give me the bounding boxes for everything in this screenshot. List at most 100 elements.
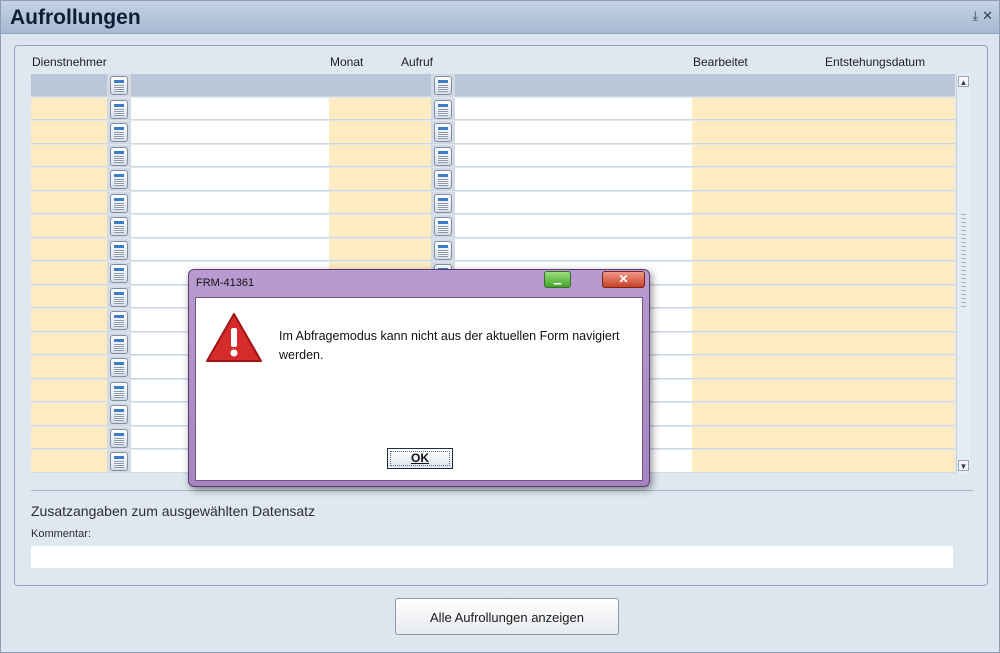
cell-monat[interactable] <box>329 144 384 167</box>
cell-calendar[interactable] <box>431 191 455 214</box>
cell-calendar[interactable] <box>431 238 455 261</box>
cell-entstehungsdatum[interactable] <box>823 332 955 355</box>
cell-dienstnehmer-name[interactable] <box>131 191 329 214</box>
cell-dienstnehmer[interactable] <box>31 74 107 97</box>
calendar-icon[interactable] <box>110 334 128 354</box>
cell-calendar[interactable] <box>107 191 131 214</box>
cell-entstehungsdatum[interactable] <box>823 191 955 214</box>
cell-dienstnehmer-name[interactable] <box>131 121 329 144</box>
cell-aufruf[interactable] <box>384 74 431 97</box>
cell-bearbeitet[interactable] <box>692 215 823 238</box>
cell-entstehungsdatum[interactable] <box>823 379 955 402</box>
cell-aufruf-text[interactable] <box>455 191 692 214</box>
close-icon[interactable]: ✕ <box>982 8 993 23</box>
cell-aufruf-text[interactable] <box>455 238 692 261</box>
calendar-icon[interactable] <box>110 405 128 424</box>
cell-dienstnehmer[interactable] <box>31 356 107 379</box>
cell-dienstnehmer[interactable] <box>31 379 107 402</box>
cell-bearbeitet[interactable] <box>692 379 823 402</box>
calendar-icon[interactable] <box>110 381 128 401</box>
cell-calendar[interactable] <box>107 121 131 144</box>
cell-aufruf[interactable] <box>384 238 431 261</box>
cell-aufruf[interactable] <box>384 168 431 191</box>
cell-aufruf-text[interactable] <box>455 168 692 191</box>
cell-bearbeitet[interactable] <box>692 450 823 473</box>
cell-calendar[interactable] <box>107 450 131 473</box>
cell-entstehungsdatum[interactable] <box>823 309 955 332</box>
cell-dienstnehmer-name[interactable] <box>131 215 329 238</box>
cell-dienstnehmer[interactable] <box>31 144 107 167</box>
calendar-icon[interactable] <box>110 311 128 330</box>
cell-calendar[interactable] <box>431 97 455 120</box>
cell-dienstnehmer[interactable] <box>31 121 107 144</box>
cell-aufruf[interactable] <box>384 215 431 238</box>
calendar-icon[interactable] <box>434 76 452 95</box>
cell-entstehungsdatum[interactable] <box>823 262 955 285</box>
cell-monat[interactable] <box>329 238 384 261</box>
cell-dienstnehmer[interactable] <box>31 191 107 214</box>
cell-entstehungsdatum[interactable] <box>823 450 955 473</box>
cell-calendar[interactable] <box>107 74 131 97</box>
cell-calendar[interactable] <box>431 121 455 144</box>
cell-calendar[interactable] <box>107 426 131 449</box>
cell-calendar[interactable] <box>431 215 455 238</box>
calendar-icon[interactable] <box>110 358 128 377</box>
cell-monat[interactable] <box>329 168 384 191</box>
cell-entstehungsdatum[interactable] <box>823 168 955 191</box>
cell-entstehungsdatum[interactable] <box>823 215 955 238</box>
table-row[interactable] <box>31 238 955 263</box>
cell-bearbeitet[interactable] <box>692 285 823 308</box>
cell-aufruf-text[interactable] <box>455 215 692 238</box>
cell-aufruf-text[interactable] <box>455 121 692 144</box>
cell-bearbeitet[interactable] <box>692 426 823 449</box>
cell-aufruf[interactable] <box>384 191 431 214</box>
table-row-selected[interactable] <box>31 74 955 98</box>
cell-bearbeitet[interactable] <box>692 403 823 426</box>
calendar-icon[interactable] <box>110 76 128 95</box>
cell-calendar[interactable] <box>107 403 131 426</box>
grid-scrollbar[interactable]: ▲ ▼ <box>956 74 970 474</box>
cell-calendar[interactable] <box>107 97 131 120</box>
cell-calendar[interactable] <box>431 168 455 191</box>
cell-dienstnehmer[interactable] <box>31 403 107 426</box>
cell-dienstnehmer-name[interactable] <box>131 74 329 97</box>
cell-aufruf-text[interactable] <box>455 74 692 97</box>
cell-bearbeitet[interactable] <box>692 191 823 214</box>
calendar-icon[interactable] <box>110 123 128 142</box>
cell-entstehungsdatum[interactable] <box>823 426 955 449</box>
calendar-icon[interactable] <box>110 240 128 260</box>
cell-calendar[interactable] <box>107 144 131 167</box>
table-row[interactable] <box>31 144 955 169</box>
cell-calendar[interactable] <box>431 74 455 97</box>
cell-bearbeitet[interactable] <box>692 97 823 120</box>
calendar-icon[interactable] <box>434 99 452 119</box>
cell-dienstnehmer[interactable] <box>31 332 107 355</box>
calendar-icon[interactable] <box>434 170 452 189</box>
table-row[interactable] <box>31 97 955 122</box>
cell-aufruf[interactable] <box>384 121 431 144</box>
cell-bearbeitet[interactable] <box>692 144 823 167</box>
cell-dienstnehmer[interactable] <box>31 215 107 238</box>
cell-entstehungsdatum[interactable] <box>823 97 955 120</box>
calendar-icon[interactable] <box>434 146 452 166</box>
minimize-icon[interactable]: ▁ <box>544 271 571 288</box>
cell-aufruf-text[interactable] <box>455 97 692 120</box>
cell-dienstnehmer-name[interactable] <box>131 238 329 261</box>
cell-calendar[interactable] <box>107 356 131 379</box>
cell-monat[interactable] <box>329 191 384 214</box>
show-all-button[interactable]: Alle Aufrollungen anzeigen <box>395 598 619 635</box>
table-row[interactable] <box>31 168 955 192</box>
pin-icon[interactable]: ⤓ <box>972 8 978 23</box>
table-row[interactable] <box>31 191 955 216</box>
cell-dienstnehmer[interactable] <box>31 168 107 191</box>
cell-entstehungsdatum[interactable] <box>823 144 955 167</box>
cell-bearbeitet[interactable] <box>692 121 823 144</box>
calendar-icon[interactable] <box>110 146 128 166</box>
cell-calendar[interactable] <box>107 285 131 308</box>
cell-calendar[interactable] <box>107 238 131 261</box>
cell-bearbeitet[interactable] <box>692 309 823 332</box>
cell-monat[interactable] <box>329 74 384 97</box>
cell-calendar[interactable] <box>107 309 131 332</box>
cell-dienstnehmer[interactable] <box>31 450 107 473</box>
scroll-down-icon[interactable]: ▼ <box>958 460 969 471</box>
